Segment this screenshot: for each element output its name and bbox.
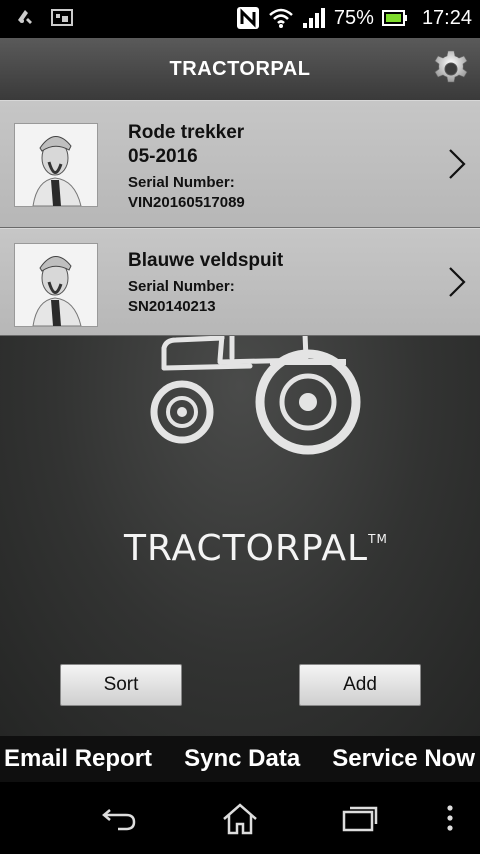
serial-value: VIN20160517089 <box>128 194 245 211</box>
item-text: Blauwe veldspuit Serial Number: SN201402… <box>128 249 283 317</box>
list-item[interactable]: Rode trekker 05-2016 Serial Number: VIN2… <box>0 100 480 228</box>
chevron-right-icon <box>449 149 466 179</box>
trademark: TM <box>368 532 388 546</box>
serial-label: Serial Number: <box>128 174 235 191</box>
email-report-button[interactable]: Email Report <box>4 745 152 773</box>
logo-wordmark: TRACTORPALTM <box>124 528 394 569</box>
item-text: Rode trekker 05-2016 Serial Number: VIN2… <box>128 121 245 213</box>
item-name: Blauwe veldspuit <box>128 250 284 271</box>
avatar <box>14 243 98 327</box>
list-item[interactable]: Blauwe veldspuit Serial Number: SN201402… <box>0 228 480 336</box>
notification-icon <box>14 6 36 28</box>
app-title-bar: TRACTORPAL <box>0 38 480 101</box>
clock: 17:24 <box>421 6 472 29</box>
home-icon[interactable] <box>220 802 260 841</box>
gear-icon[interactable] <box>430 48 472 90</box>
serial-label: Serial Number: <box>128 278 235 295</box>
photo-notification-icon <box>50 6 76 28</box>
item-date: 05-2016 <box>128 146 198 167</box>
battery-percent: 75% <box>333 6 374 29</box>
nfc-icon <box>236 6 260 30</box>
action-bar: Email Report Sync Data Service Now <box>0 736 480 782</box>
app-title: TRACTORPAL <box>169 58 311 80</box>
sort-button[interactable]: Sort <box>60 664 182 706</box>
service-now-button[interactable]: Service Now <box>332 745 475 773</box>
avatar <box>14 123 98 207</box>
back-icon[interactable] <box>100 802 140 839</box>
wifi-icon <box>268 7 294 29</box>
recent-apps-icon[interactable] <box>340 802 380 839</box>
battery-icon <box>381 8 408 28</box>
item-name: Rode trekker <box>128 122 245 143</box>
add-button[interactable]: Add <box>299 664 421 706</box>
logo-text: TRACTORPAL <box>124 528 369 569</box>
system-nav-bar <box>0 782 480 854</box>
equipment-list: Rode trekker 05-2016 Serial Number: VIN2… <box>0 100 480 336</box>
main-content: TRACTORPALTM Rode trekker 05-2016 Serial… <box>0 100 480 736</box>
status-bar: 75% 17:24 <box>0 0 480 38</box>
overflow-menu-icon[interactable] <box>444 802 456 839</box>
sync-data-button[interactable]: Sync Data <box>184 745 300 773</box>
signal-icon <box>302 7 326 29</box>
serial-value: SN20140213 <box>128 298 216 315</box>
chevron-right-icon <box>449 267 466 297</box>
